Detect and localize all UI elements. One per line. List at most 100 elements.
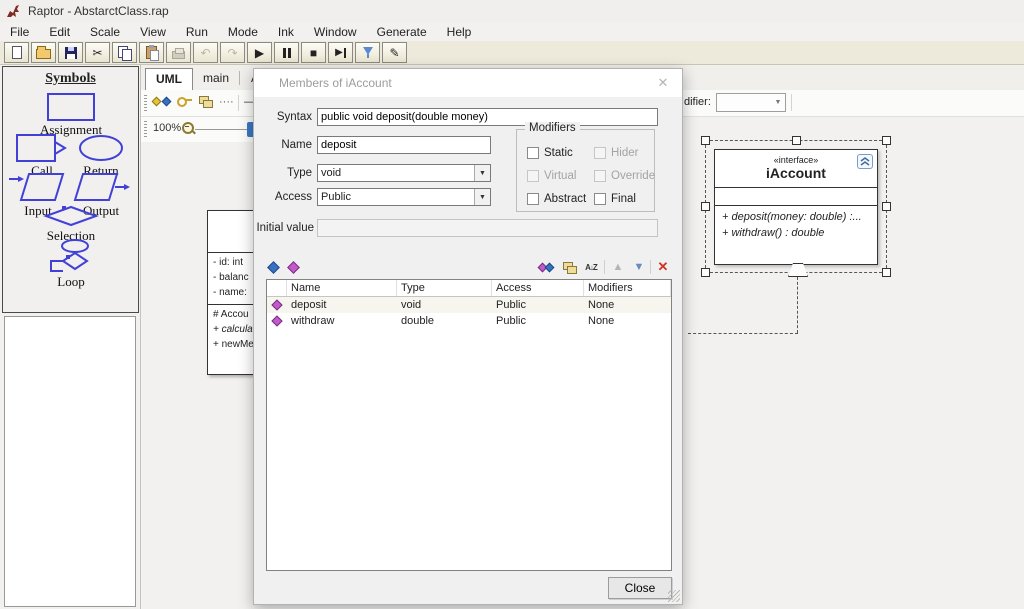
menu-help[interactable]: Help bbox=[437, 23, 482, 41]
window-title: Raptor - AbstarctClass.rap bbox=[28, 4, 169, 18]
dialog-title: Members of iAccount bbox=[279, 76, 392, 90]
add-method-button[interactable] bbox=[284, 259, 302, 275]
toolbar-separator bbox=[650, 260, 651, 274]
menu-generate[interactable]: Generate bbox=[367, 23, 437, 41]
show-members-button[interactable] bbox=[537, 259, 555, 275]
selection-handle[interactable] bbox=[701, 268, 710, 277]
generate-glass-icon bbox=[362, 46, 374, 60]
copy-button[interactable] bbox=[112, 42, 137, 63]
raptor-app-icon bbox=[6, 4, 22, 18]
checkbox-final[interactable]: Final bbox=[594, 193, 636, 205]
symbols-title: Symbols bbox=[3, 71, 138, 87]
table-row[interactable]: deposit void Public None bbox=[267, 297, 671, 313]
save-button[interactable] bbox=[58, 42, 83, 63]
checkbox-abstract[interactable]: Abstract bbox=[527, 193, 586, 205]
selection-handle[interactable] bbox=[701, 136, 710, 145]
modifier-combobox[interactable]: ▼ bbox=[716, 93, 786, 112]
add-field-button[interactable] bbox=[264, 259, 282, 275]
dialog-close-icon[interactable]: ✕ bbox=[654, 74, 672, 92]
type-combobox[interactable]: void ▼ bbox=[317, 164, 491, 182]
col-type[interactable]: Type bbox=[397, 280, 492, 296]
menu-scale[interactable]: Scale bbox=[80, 23, 130, 41]
paste-button[interactable] bbox=[139, 42, 164, 63]
sort-alpha-button[interactable]: A↓Z bbox=[582, 259, 600, 275]
pause-button[interactable] bbox=[274, 42, 299, 63]
play-button[interactable]: ▶ bbox=[247, 42, 272, 63]
interface-operation: + withdraw() : double bbox=[722, 227, 877, 243]
table-row[interactable]: withdraw double Public None bbox=[267, 313, 671, 329]
name-input[interactable] bbox=[317, 136, 491, 154]
tab-uml[interactable]: UML bbox=[145, 68, 193, 90]
menu-file[interactable]: File bbox=[0, 23, 39, 41]
interface-attributes-compartment bbox=[715, 187, 877, 205]
add-class-icon[interactable] bbox=[153, 96, 170, 108]
abstract-checkbox[interactable] bbox=[527, 193, 539, 205]
save-floppy-icon bbox=[65, 47, 77, 59]
tab-main[interactable]: main bbox=[193, 68, 239, 90]
realization-connector-vertical[interactable] bbox=[797, 277, 798, 333]
menu-ink[interactable]: Ink bbox=[268, 23, 304, 41]
selection-handle[interactable] bbox=[701, 202, 710, 211]
menu-window[interactable]: Window bbox=[304, 23, 367, 41]
realization-connector-horizontal[interactable] bbox=[688, 333, 798, 334]
syntax-label: Syntax bbox=[254, 111, 312, 123]
menu-edit[interactable]: Edit bbox=[39, 23, 80, 41]
selection-handle[interactable] bbox=[882, 136, 891, 145]
checkbox-override: Override bbox=[594, 170, 655, 182]
dialog-resize-grip[interactable] bbox=[668, 590, 680, 602]
output-shape-icon bbox=[71, 172, 131, 202]
ink-pen-button[interactable]: ✎ bbox=[382, 42, 407, 63]
menu-mode[interactable]: Mode bbox=[218, 23, 268, 41]
key-icon[interactable] bbox=[177, 96, 192, 108]
more-dots-icon[interactable]: ···· bbox=[219, 96, 234, 108]
redo-button: ↷ bbox=[220, 42, 245, 63]
symbol-loop[interactable]: Loop bbox=[31, 239, 111, 290]
access-dropdown-arrow-icon[interactable]: ▼ bbox=[474, 189, 490, 205]
access-combobox[interactable]: Public ▼ bbox=[317, 188, 491, 206]
selection-handle[interactable] bbox=[882, 268, 891, 277]
new-page-icon bbox=[12, 46, 22, 59]
interface-diagram-box[interactable]: «interface» iAccount + deposit(money: do… bbox=[714, 149, 878, 265]
new-file-button[interactable] bbox=[4, 42, 29, 63]
stacked-items-icon[interactable] bbox=[199, 96, 212, 110]
static-checkbox[interactable] bbox=[527, 147, 539, 159]
pen-icon: ✎ bbox=[389, 47, 399, 59]
canvas-zoom-slider-track[interactable] bbox=[195, 129, 255, 130]
collapse-button[interactable] bbox=[857, 154, 873, 169]
checkbox-static[interactable]: Static bbox=[527, 147, 573, 159]
open-file-button[interactable] bbox=[31, 42, 56, 63]
toolbar-separator bbox=[604, 260, 605, 274]
title-bar: Raptor - AbstarctClass.rap bbox=[0, 0, 1024, 22]
move-down-button[interactable]: ▼ bbox=[630, 259, 648, 275]
undo-icon: ↶ bbox=[200, 47, 210, 59]
col-name[interactable]: Name bbox=[287, 280, 397, 296]
step-button[interactable]: ▶ bbox=[328, 42, 353, 63]
menu-bar: File Edit Scale View Run Mode Ink Window… bbox=[0, 22, 1024, 41]
symbols-palette: Symbols Assignment Call Return Input bbox=[2, 66, 139, 313]
cut-button[interactable]: ✂ bbox=[85, 42, 110, 63]
print-icon bbox=[172, 51, 185, 59]
symbol-assignment[interactable]: Assignment bbox=[36, 93, 106, 138]
col-modifiers[interactable]: Modifiers bbox=[584, 280, 671, 296]
type-dropdown-arrow-icon[interactable]: ▼ bbox=[474, 165, 490, 181]
col-access[interactable]: Access bbox=[492, 280, 584, 296]
member-properties-button[interactable] bbox=[560, 259, 578, 275]
selection-handle[interactable] bbox=[792, 136, 801, 145]
delete-member-button[interactable]: ✕ bbox=[654, 259, 672, 275]
menu-run[interactable]: Run bbox=[176, 23, 218, 41]
generate-code-button[interactable] bbox=[355, 42, 380, 63]
final-checkbox[interactable] bbox=[594, 193, 606, 205]
override-checkbox bbox=[594, 170, 606, 182]
selection-handle[interactable] bbox=[882, 202, 891, 211]
menu-view[interactable]: View bbox=[130, 23, 176, 41]
stop-button[interactable]: ■ bbox=[301, 42, 326, 63]
interface-header: «interface» iAccount bbox=[715, 150, 877, 187]
gold-diamond-icon bbox=[152, 97, 162, 107]
zoom-out-magnifier-icon[interactable] bbox=[181, 121, 195, 135]
stop-icon: ■ bbox=[310, 47, 317, 59]
sidebar-divider bbox=[140, 65, 141, 609]
close-button[interactable]: Close bbox=[608, 577, 672, 599]
call-shape-icon bbox=[15, 134, 69, 162]
syntax-input[interactable] bbox=[317, 108, 658, 126]
modifier-dropdown-arrow-icon: ▼ bbox=[771, 94, 785, 111]
